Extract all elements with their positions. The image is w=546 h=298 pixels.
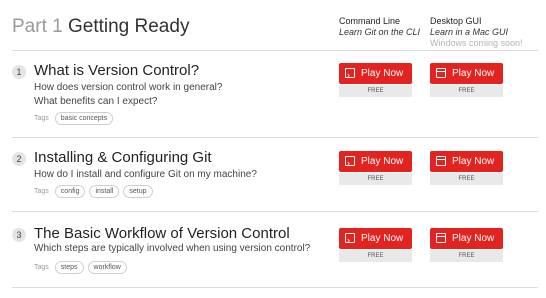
lesson-number: 3 [12,228,26,242]
tag[interactable]: config [54,185,86,198]
part-label: Part 1 [12,16,63,37]
price-badge: FREE [339,250,412,262]
play-now-label: Play Now [361,156,404,167]
price-badge: FREE [339,173,412,185]
part-name: Getting Ready [67,16,190,37]
column-header-gui: Desktop GUI Learn in a Mac GUI Windows c… [430,16,523,49]
tags-label: Tags [34,264,49,271]
play-now-cli-button[interactable]: Play Now [339,63,412,86]
lesson-description: What benefits can I expect? [34,96,158,107]
part-header: Part 1 Getting Ready Command Line Learn … [0,0,546,50]
terminal-icon [345,153,355,174]
divider [12,287,538,288]
window-icon [436,68,446,78]
price-badge: FREE [339,85,412,97]
lesson-title[interactable]: What is Version Control? [34,62,199,80]
tag-list: Tags basic concepts [34,112,114,125]
column-title: Desktop GUI [430,16,482,26]
column-subtitle: Learn in a Mac GUI [430,27,509,37]
tag[interactable]: setup [123,185,153,198]
column-header-cli: Command Line Learn Git on the CLI [339,16,420,38]
tag-list: Tags steps workflow [34,261,127,274]
column-title: Command Line [339,16,401,26]
lesson-title[interactable]: The Basic Workflow of Version Control [34,225,290,243]
play-now-gui-button[interactable]: Play Now [430,228,503,249]
tag[interactable]: basic concepts [54,112,114,125]
tags-label: Tags [34,115,49,122]
lesson-description: How does version control work in general… [34,82,223,93]
play-now-gui-button[interactable]: Play Now [430,63,503,84]
play-now-label: Play Now [452,233,495,244]
tag[interactable]: workflow [87,261,127,274]
tags-label: Tags [34,188,49,195]
play-now-label: Play Now [361,233,404,244]
play-now-gui-button[interactable]: Play Now [430,151,503,172]
lesson-row: 1 What is Version Control? How does vers… [0,51,546,137]
column-note: Windows coming soon! [430,38,523,48]
tag[interactable]: steps [54,261,84,274]
terminal-icon [345,230,355,251]
lesson-number: 1 [12,65,26,79]
play-now-cli-button[interactable]: Play Now [339,151,412,174]
price-badge: FREE [430,85,503,97]
tag[interactable]: install [89,185,120,198]
play-now-cli-button[interactable]: Play Now [339,228,412,251]
tag-list: Tags config install setup [34,185,153,198]
window-icon [436,233,446,243]
part-title: Part 1 Getting Ready [12,16,189,38]
lesson-row: 3 The Basic Workflow of Version Control … [0,212,546,298]
play-now-label: Play Now [452,156,495,167]
play-now-label: Play Now [361,68,404,79]
lesson-description: Which steps are typically involved when … [34,243,311,254]
price-badge: FREE [430,173,503,185]
column-subtitle: Learn Git on the CLI [339,27,421,37]
terminal-icon [345,65,355,86]
window-icon [436,156,446,166]
price-badge: FREE [430,250,503,262]
lesson-number: 2 [12,152,26,166]
lesson-title[interactable]: Installing & Configuring Git [34,149,212,167]
play-now-label: Play Now [452,68,495,79]
lesson-description: How do I install and configure Git on my… [34,169,257,180]
